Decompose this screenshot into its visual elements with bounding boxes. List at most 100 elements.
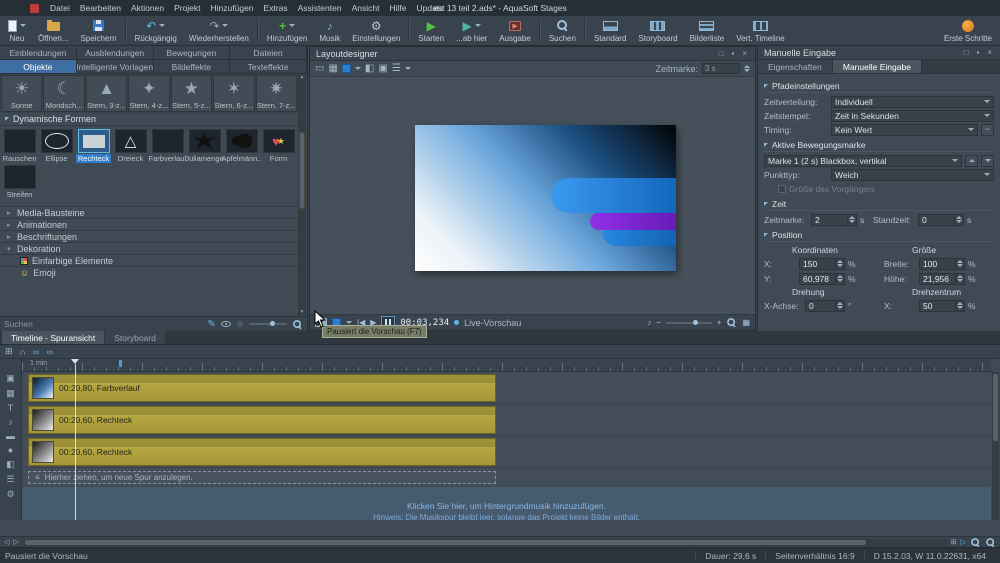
shape-item-juliamenge[interactable]: Juliamenge: [187, 129, 222, 163]
tab-eigenschaften[interactable]: Eigenschaften: [758, 60, 833, 73]
first-steps-button[interactable]: Erste Schritte: [938, 16, 998, 45]
standzeit-spinner[interactable]: 0: [918, 214, 964, 226]
timeline-object-rechteck-2[interactable]: 00:20,60, Rechteck: [28, 438, 496, 466]
section-zeit[interactable]: Zeit: [764, 198, 994, 211]
object-item-stern3[interactable]: ▲Stern, 3-z...: [86, 75, 127, 112]
shape-item-form[interactable]: ♥★Form: [261, 129, 296, 163]
tab-objekte[interactable]: Objekte: [0, 60, 77, 73]
list-icon[interactable]: ☰: [6, 474, 14, 485]
volume-icon[interactable]: ♪: [647, 318, 651, 327]
menu-item-assistenten[interactable]: Assistenten: [293, 3, 347, 13]
timeline-ruler[interactable]: 1 min: [22, 359, 991, 372]
punkttyp-dropdown[interactable]: Weich: [831, 169, 994, 181]
tree-item-emoji[interactable]: ☺Emoji: [0, 266, 298, 278]
zeitstempel-dropdown[interactable]: Zeit in Sekunden: [831, 110, 994, 122]
shape-item-streifen[interactable]: Streifen: [2, 165, 37, 199]
zoom-in-icon[interactable]: [986, 538, 995, 547]
pin-icon[interactable]: ▪: [729, 49, 736, 58]
close-icon[interactable]: ×: [985, 48, 994, 57]
float-window-icon[interactable]: □: [962, 48, 971, 57]
image-icon[interactable]: ▦: [6, 388, 15, 399]
thumbnail-size-slider[interactable]: [249, 323, 287, 325]
section-pfadeinstellungen[interactable]: Pfadeinstellungen: [764, 80, 994, 93]
zeitmarke-spinner[interactable]: 2: [811, 214, 857, 226]
spin-up-icon[interactable]: [744, 65, 750, 68]
undo-button[interactable]: ↶Rückgängig: [129, 16, 183, 45]
previous-marke-button[interactable]: [965, 155, 978, 167]
music-track[interactable]: Klicken Sie hier, um Hintergrundmusik hi…: [22, 487, 991, 520]
drehzentrum-x-spinner[interactable]: 50: [919, 300, 965, 312]
object-item-stern6[interactable]: ✶Stern, 6-z...: [213, 75, 254, 112]
redo-button[interactable]: ↷Wiederherstellen: [183, 16, 255, 45]
shape-item-dreieck[interactable]: △Dreieck: [113, 129, 148, 163]
music-note-icon[interactable]: ♪: [8, 417, 13, 427]
favorites-star-icon[interactable]: ☆: [236, 319, 244, 330]
section-position[interactable]: Position: [764, 229, 994, 242]
scroll-left-icon[interactable]: ◁: [4, 538, 9, 546]
tab-intelligente-vorlagen[interactable]: Intelligente Vorlagen: [77, 60, 154, 73]
object-item-stern4[interactable]: ✦Stern, 4-z...: [128, 75, 169, 112]
x-achse-spinner[interactable]: 0: [805, 300, 845, 312]
zoom-icon[interactable]: [293, 320, 302, 329]
add-track-icon[interactable]: ⊞: [5, 346, 13, 357]
blue-capsule-shape[interactable]: [551, 178, 676, 213]
menu-item-projekt[interactable]: Projekt: [169, 3, 205, 13]
layers-icon[interactable]: ◧: [6, 459, 15, 470]
preview-canvas[interactable]: [415, 125, 676, 271]
tab-dateien[interactable]: Dateien: [230, 46, 307, 59]
menu-item-aktionen[interactable]: Aktionen: [126, 3, 169, 13]
video-icon[interactable]: ▬: [6, 431, 15, 441]
chevron-down-icon[interactable]: [405, 67, 411, 70]
purple-capsule-shape[interactable]: [590, 213, 676, 231]
shape-item-rauschen[interactable]: Rauschen: [2, 129, 37, 163]
object-item-stern7[interactable]: ✷Stern, 7-z...: [256, 75, 297, 112]
tree-item-media-bausteine[interactable]: ▸Media-Bausteine: [0, 206, 298, 218]
y-spinner[interactable]: 60,978: [799, 273, 845, 285]
tab-bildeffekte[interactable]: Bildeffekte: [154, 60, 231, 73]
menu-item-update[interactable]: Update: [411, 3, 448, 13]
breite-spinner[interactable]: 100: [919, 258, 965, 270]
menu-item-datei[interactable]: Datei: [45, 3, 75, 13]
menu-item-hilfe[interactable]: Hilfe: [384, 3, 411, 13]
range-marker-icon[interactable]: [119, 360, 122, 367]
tree-item-einfarbige-elemente[interactable]: Einfarbige Elemente: [0, 254, 298, 266]
play-range-icon[interactable]: ▷: [961, 538, 966, 546]
toolbox-scrollbar[interactable]: ▲ ▼: [298, 74, 306, 315]
x-spinner[interactable]: 150: [799, 258, 845, 270]
chevron-down-icon[interactable]: [355, 67, 361, 70]
tab-texteffekte[interactable]: Texteffekte: [230, 60, 307, 73]
zoom-slider[interactable]: [666, 322, 712, 324]
close-icon[interactable]: ×: [740, 49, 749, 58]
hoehe-spinner[interactable]: 21,956: [919, 273, 965, 285]
tree-item-dekoration[interactable]: ▾Dekoration: [0, 242, 298, 254]
view-options-icon[interactable]: ▦: [742, 318, 750, 327]
timeline-vertical-scrollbar[interactable]: [992, 372, 999, 520]
search-button[interactable]: Suchen: [543, 16, 582, 45]
chain-icon[interactable]: ∞: [46, 347, 52, 357]
shape-item-apfelmaennchen[interactable]: Apfelmänn...: [224, 129, 259, 163]
shape-item-farbverlauf[interactable]: Farbverlauf: [150, 129, 185, 163]
save-button[interactable]: Speichern: [75, 16, 123, 45]
tab-manuelle-eingabe[interactable]: Manuelle Eingabe: [833, 60, 922, 73]
tab-timeline-spuransicht[interactable]: Timeline - Spuransicht: [2, 331, 104, 344]
scrollbar-thumb[interactable]: [25, 540, 866, 545]
magnet-icon[interactable]: ∩: [20, 347, 26, 357]
spin-down-icon[interactable]: [744, 69, 750, 72]
tab-einblendungen[interactable]: Einblendungen: [0, 46, 77, 59]
playhead[interactable]: [75, 364, 76, 520]
fit-view-icon[interactable]: ⊞: [951, 538, 957, 546]
chevron-down-icon[interactable]: [346, 321, 352, 324]
select-tool-icon[interactable]: ▭: [315, 63, 324, 74]
grid-icon[interactable]: ▦: [328, 63, 337, 74]
background-color-swatch[interactable]: [342, 64, 351, 73]
scroll-right-icon[interactable]: ▷: [13, 538, 18, 546]
section-dynamische-formen[interactable]: Dynamische Formen: [0, 113, 298, 126]
view-vert-timeline-button[interactable]: Vert. Timeline: [730, 16, 790, 45]
scroll-down-icon[interactable]: ▼: [298, 309, 306, 315]
timing-curve-button[interactable]: ~: [981, 124, 994, 136]
timeline-object-farbverlauf[interactable]: 00:20,80, Farbverlauf: [28, 374, 496, 402]
gear-icon[interactable]: ⚙: [6, 489, 14, 500]
zoom-in-icon[interactable]: +: [717, 318, 722, 327]
start-button[interactable]: ▶Starten: [412, 16, 450, 45]
menu-item-hinzufuegen[interactable]: Hinzufügen: [206, 3, 259, 13]
